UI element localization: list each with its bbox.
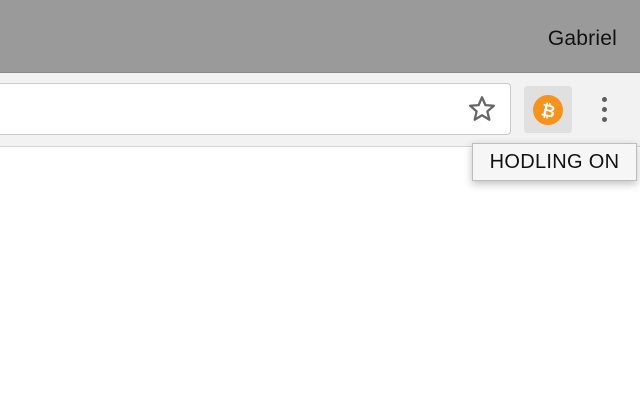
- menu-dot: [601, 116, 607, 122]
- bookmark-star-button[interactable]: [463, 90, 501, 128]
- bitcoin-extension-button[interactable]: ₿: [524, 86, 572, 133]
- profile-name-button[interactable]: Gabriel: [548, 27, 617, 51]
- bitcoin-icon: ₿: [533, 94, 563, 125]
- star-outline-icon: [469, 96, 495, 121]
- title-bar: Gabriel: [0, 0, 640, 73]
- vertical-ellipsis-icon: [601, 96, 607, 122]
- browser-menu-button[interactable]: [590, 90, 618, 128]
- page-content: [0, 147, 640, 400]
- address-bar[interactable]: [0, 83, 511, 135]
- menu-dot: [601, 106, 607, 112]
- extension-tooltip: HODLING ON: [472, 143, 637, 181]
- menu-dot: [601, 96, 607, 102]
